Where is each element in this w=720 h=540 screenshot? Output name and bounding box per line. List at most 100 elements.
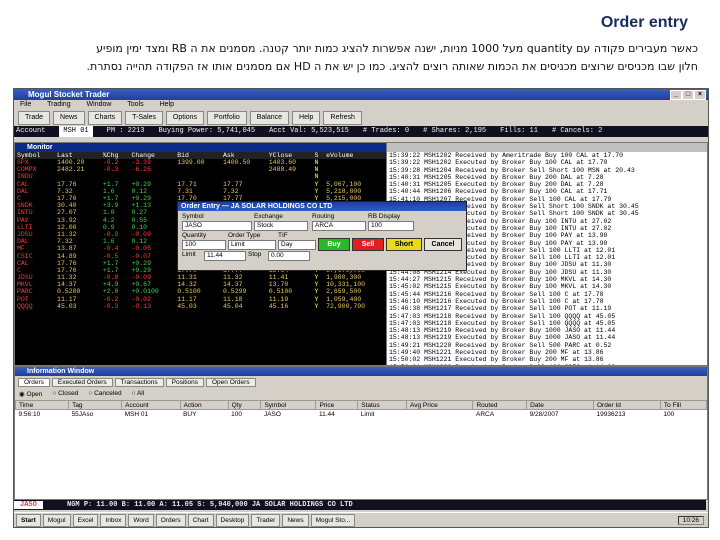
orders-column-header[interactable]: Date	[526, 400, 594, 410]
ticker-symbol-input[interactable]: JASO	[14, 501, 43, 509]
monitor-column-header[interactable]: %Chg	[100, 152, 130, 159]
taskbar-task-button[interactable]: Desktop	[215, 514, 250, 527]
close-icon[interactable]: ×	[694, 90, 706, 100]
cancel-button[interactable]: Cancel	[424, 238, 462, 251]
taskbar-task-button[interactable]: Mogul Sto...	[310, 514, 356, 527]
table-row[interactable]: 9:56:10 55JAso MSH 01 BUY 100 JASO 11.44 Limit A…	[16, 410, 707, 419]
orders-column-header[interactable]: To Fill	[659, 400, 708, 410]
monitor-row[interactable]: DAL 7.32 1.6 0.12 7.31 7.32 Y 5,218,800	[15, 188, 387, 195]
taskbar-task-button[interactable]: News	[282, 514, 309, 527]
monitor-column-header[interactable]: eVolume	[324, 152, 387, 159]
order-dialog-title[interactable]: Order Entry — JA SOLAR HOLDINGS CO LTD	[178, 202, 466, 211]
monitor-column-header[interactable]: YClose	[266, 152, 313, 159]
monitor-row[interactable]: INDU N	[15, 173, 387, 180]
sell-button[interactable]: Sell	[352, 238, 384, 251]
order-log-line[interactable]: 15:39:22 MSH1202 Executed by Broker Buy …	[387, 159, 707, 166]
taskbar-task-button[interactable]: Word	[128, 514, 154, 527]
order-log-line[interactable]: 15:40:31 MSH1205 Executed by Broker Buy …	[387, 181, 707, 188]
account-select[interactable]: MSH 01	[59, 126, 93, 137]
tab-positions[interactable]: Positions	[165, 378, 204, 387]
menu-trading[interactable]: Trading	[47, 101, 70, 108]
orders-column-header[interactable]: Symbol	[260, 400, 317, 410]
menu-help[interactable]: Help	[160, 101, 174, 108]
maximize-icon[interactable]: □	[682, 90, 694, 100]
monitor-row[interactable]: CAL 17.76 +1.7 +0.29 17.71 17.77 Y 5,067,100	[15, 181, 387, 188]
orders-column-header[interactable]: Qty	[227, 400, 262, 410]
monitor-column-header[interactable]: S	[312, 152, 325, 159]
filter-closed[interactable]: ○ Closed	[52, 390, 78, 399]
order-log-line[interactable]: 15:45:44 MSH1216 Received by Broker Sell…	[387, 291, 707, 298]
orders-column-header[interactable]: Tag	[68, 400, 123, 410]
toolbar-portfolio-button[interactable]: Portfolio	[207, 111, 247, 125]
toolbar-refresh-button[interactable]: Refresh	[323, 111, 362, 125]
orders-column-header[interactable]: Price	[315, 400, 359, 410]
symbol-input[interactable]: JASO	[182, 221, 252, 231]
order-log-line[interactable]: 15:44:27 MSH1215 Received by Broker Buy …	[387, 276, 707, 283]
order-log-line[interactable]: 15:48:13 MSH1219 Executed by Broker Buy …	[387, 334, 707, 341]
monitor-column-header[interactable]: Symbol	[15, 152, 56, 159]
quantity-input[interactable]: 100	[182, 240, 226, 250]
tab-transactions[interactable]: Transactions	[114, 378, 164, 387]
toolbar-news-button[interactable]: News	[53, 111, 85, 125]
route-select[interactable]: ARCA	[312, 221, 366, 231]
monitor-row[interactable]: COMPX 2482.21 -0.3 -6.26 2488.49 N	[15, 166, 387, 173]
menu-file[interactable]: File	[20, 101, 31, 108]
order-log-line[interactable]: 15:49:40 MSH1221 Received by Broker Buy …	[387, 349, 707, 356]
information-window-title[interactable]: Information Window	[15, 367, 707, 376]
filter-canceled[interactable]: ○ Canceled	[88, 390, 121, 399]
tab-orders[interactable]: Orders	[18, 378, 50, 387]
order-log-line[interactable]: 15:49:21 MSH1220 Received by Broker Sell…	[387, 342, 707, 349]
limit-price-input[interactable]: 11.44	[204, 251, 246, 261]
orders-column-header[interactable]: Action	[179, 400, 229, 410]
order-log-header[interactable]	[387, 143, 707, 152]
minimize-icon[interactable]: _	[670, 90, 682, 100]
start-button[interactable]: Start	[16, 514, 41, 527]
taskbar-task-button[interactable]: Chart	[187, 514, 214, 527]
monitor-row[interactable]: JDSU 11.32 -0.8 -0.09 11.31 11.32 11.41 Y 1,980,…	[15, 274, 387, 281]
buy-button[interactable]: Buy	[318, 238, 350, 251]
order-log-line[interactable]: 15:46:38 MSH1217 Received by Broker Sell…	[387, 305, 707, 312]
orders-column-header[interactable]: Account	[121, 400, 181, 410]
taskbar-task-button[interactable]: Excel	[72, 514, 99, 527]
order-log-line[interactable]: 15:45:02 MSH1215 Executed by Broker Buy …	[387, 283, 707, 290]
order-log-line[interactable]: 15:47:03 MSH1218 Received by Broker Sell…	[387, 313, 707, 320]
monitor-row[interactable]: SPX 1400.20 -0.2 -3.39 1399.00 1400.50 1403.60…	[15, 159, 387, 166]
toolbar-tsales-button[interactable]: T-Sales	[125, 111, 163, 125]
order-log-line[interactable]: 15:40:31 MSH1205 Received by Broker Buy …	[387, 174, 707, 181]
order-log-line[interactable]: 15:47:03 MSH1218 Executed by Broker Sell…	[387, 320, 707, 327]
monitor-column-header[interactable]: Bid	[175, 152, 221, 159]
menu-window[interactable]: Window	[87, 101, 112, 108]
exchange-select[interactable]: Stock	[254, 221, 308, 231]
order-log-line[interactable]: 15:39:22 MSH1202 Received by Ameritrade …	[387, 152, 707, 159]
monitor-row[interactable]: POT 11.17 -0.2 -0.02 11.17 11.18 11.19 Y 1,059,4…	[15, 296, 387, 303]
orders-column-header[interactable]: Time	[14, 400, 70, 410]
toolbar-help-button[interactable]: Help	[292, 111, 321, 125]
toolbar-charts-button[interactable]: Charts	[87, 111, 123, 125]
tab-open-orders[interactable]: Open Orders	[206, 378, 256, 387]
order-log-line[interactable]: 15:40:44 MSH1206 Received by Broker Buy …	[387, 188, 707, 195]
order-log-line[interactable]: 15:46:10 MSH1216 Executed by Broker Sell…	[387, 298, 707, 305]
monitor-row[interactable]: QQQQ 45.03 -0.3 -0.13 45.03 45.04 45.16 Y 72,900…	[15, 303, 387, 310]
monitor-row[interactable]: PARC 0.5200 +2.0 +0.0100 0.5100 0.5299 0.5100 Y…	[15, 288, 387, 295]
orders-column-header[interactable]: Status	[357, 400, 407, 410]
order-log-line[interactable]: 15:48:13 MSH1219 Received by Broker Buy …	[387, 327, 707, 334]
taskbar-task-button[interactable]: Trader	[251, 514, 281, 527]
order-type-select[interactable]: Limit	[228, 240, 276, 250]
toolbar-options-button[interactable]: Options	[165, 111, 205, 125]
filter-all[interactable]: ○ All	[132, 390, 145, 399]
tif-select[interactable]: Day	[278, 240, 316, 250]
stop-price-input[interactable]: 0.00	[268, 251, 310, 261]
monitor-column-header[interactable]: Last	[55, 152, 101, 159]
monitor-column-header[interactable]: Change	[129, 152, 176, 159]
window-titlebar[interactable]: Mogul Stocket Trader _ □ ×	[14, 89, 708, 100]
monitor-column-header[interactable]: Ask	[221, 152, 267, 159]
tab-executed-orders[interactable]: Executed Orders	[51, 378, 113, 387]
short-button[interactable]: Short	[386, 238, 422, 251]
orders-column-header[interactable]: Routed	[472, 400, 528, 410]
taskbar-task-button[interactable]: Inbox	[100, 514, 127, 527]
filter-open[interactable]: ◉ Open	[19, 390, 42, 399]
taskbar-task-button[interactable]: Orders	[155, 514, 186, 527]
rb-display-input[interactable]: 100	[368, 221, 414, 231]
menu-tools[interactable]: Tools	[127, 101, 143, 108]
orders-column-header[interactable]: Avg Price	[405, 400, 474, 410]
